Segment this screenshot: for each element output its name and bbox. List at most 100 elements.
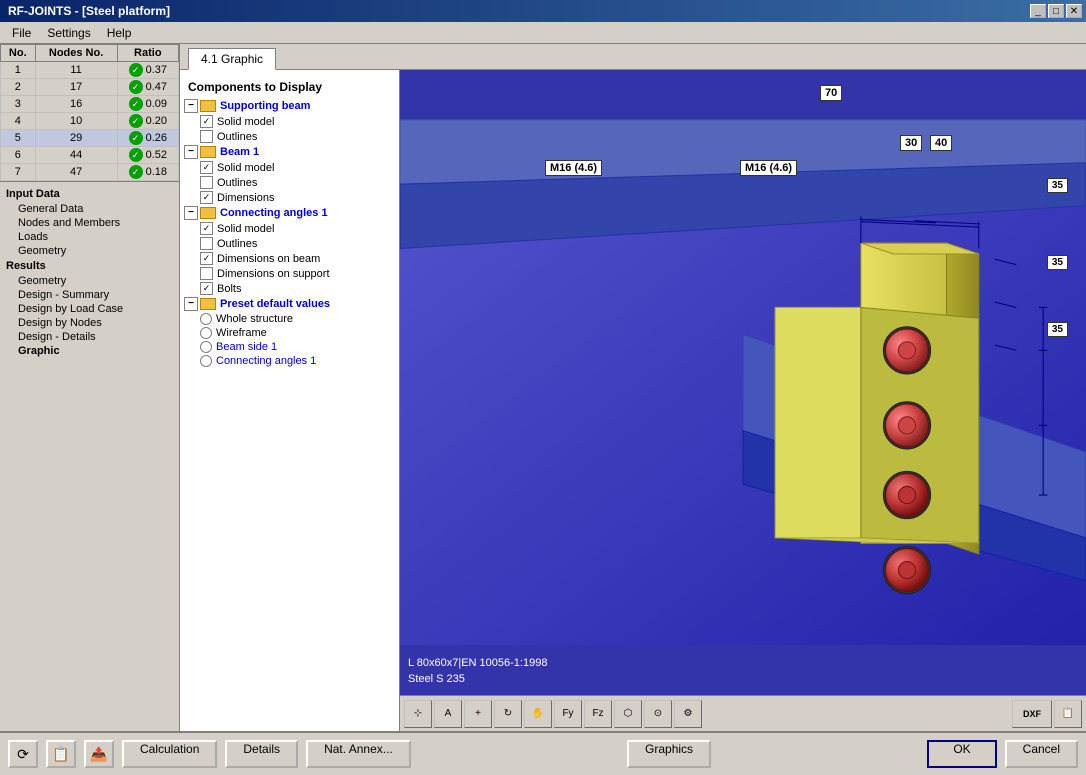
cb-connecting-outlines[interactable] <box>200 237 213 250</box>
tree-supporting-solid[interactable]: ✓ Solid model <box>180 114 399 129</box>
components-label: Components to Display <box>180 74 399 98</box>
vp-btn-settings[interactable]: ⚙ <box>674 700 702 728</box>
nav-geometry-input[interactable]: Geometry <box>4 244 175 258</box>
cb-beam1-solid[interactable]: ✓ <box>200 161 213 174</box>
cb-connecting-dim-beam[interactable]: ✓ <box>200 252 213 265</box>
menu-file[interactable]: File <box>4 24 39 42</box>
tree-connecting[interactable]: − Connecting angles 1 <box>180 205 399 221</box>
cb-supporting-outlines[interactable] <box>200 130 213 143</box>
vp-btn-side[interactable]: Fz <box>584 700 612 728</box>
cb-connecting-bolts[interactable]: ✓ <box>200 282 213 295</box>
tree-connecting-bolts[interactable]: ✓ Bolts <box>180 281 399 296</box>
radio-preset-wire[interactable] <box>200 327 212 339</box>
expand-icon-connecting[interactable]: − <box>184 206 198 220</box>
radio-preset-whole[interactable] <box>200 313 212 325</box>
icon-btn-2[interactable]: 📋 <box>46 740 76 768</box>
menu-help[interactable]: Help <box>99 24 140 42</box>
tree-beam1-solid[interactable]: ✓ Solid model <box>180 160 399 175</box>
nav-results-geometry[interactable]: Geometry <box>4 274 175 288</box>
tree-supporting-beam[interactable]: − Supporting beam <box>180 98 399 114</box>
tree-preset-wire[interactable]: Wireframe <box>180 326 399 340</box>
dim-70: 70 <box>820 85 842 101</box>
tree-preset[interactable]: − Preset default values <box>180 296 399 312</box>
expand-icon-supporting[interactable]: − <box>184 99 198 113</box>
graphics-button[interactable]: Graphics <box>627 740 711 768</box>
expand-icon-preset[interactable]: − <box>184 297 198 311</box>
data-table-area: No. Nodes No. Ratio 1 11 ✓ 0.37 2 17 ✓ 0… <box>0 44 179 182</box>
cell-ratio: ✓ 0.18 <box>117 164 178 181</box>
beam1-outlines-label: Outlines <box>217 177 257 189</box>
nav-design-summary[interactable]: Design - Summary <box>4 288 175 302</box>
nav-input-header[interactable]: Input Data <box>4 186 175 202</box>
bolt-label-2: M16 (4.6) <box>745 162 792 174</box>
cell-nodes: 29 <box>35 130 117 147</box>
tree-beam1-outlines[interactable]: Outlines <box>180 175 399 190</box>
supporting-outlines-label: Outlines <box>217 131 257 143</box>
app-title: RF-JOINTS - [Steel platform] <box>4 4 170 18</box>
nav-nodes-members[interactable]: Nodes and Members <box>4 216 175 230</box>
tree-preset-whole[interactable]: Whole structure <box>180 312 399 326</box>
nav-results-header[interactable]: Results <box>4 258 175 274</box>
table-row[interactable]: 3 16 ✓ 0.09 <box>1 96 179 113</box>
vp-btn-pan[interactable]: ✋ <box>524 700 552 728</box>
vp-btn-render[interactable]: ⊙ <box>644 700 672 728</box>
tree-connecting-outlines[interactable]: Outlines <box>180 236 399 251</box>
vp-btn-rotate[interactable]: ↻ <box>494 700 522 728</box>
table-row[interactable]: 4 10 ✓ 0.20 <box>1 113 179 130</box>
nav-graphic[interactable]: Graphic <box>4 344 175 358</box>
vp-btn-dxf[interactable]: DXF <box>1012 700 1052 728</box>
table-row[interactable]: 2 17 ✓ 0.47 <box>1 79 179 96</box>
maximize-button[interactable]: □ <box>1048 4 1064 18</box>
minimize-button[interactable]: _ <box>1030 4 1046 18</box>
vp-btn-cursor[interactable]: ⊹ <box>404 700 432 728</box>
col-no: No. <box>1 45 36 62</box>
vp-btn-zoom-in[interactable]: + <box>464 700 492 728</box>
details-button[interactable]: Details <box>225 740 298 768</box>
tab-graphic[interactable]: 4.1 Graphic <box>188 48 276 70</box>
cancel-button[interactable]: Cancel <box>1005 740 1078 768</box>
table-row[interactable]: 5 29 ✓ 0.26 <box>1 130 179 147</box>
tree-preset-angles1[interactable]: Connecting angles 1 <box>180 354 399 368</box>
menu-settings[interactable]: Settings <box>39 24 98 42</box>
cell-nodes: 10 <box>35 113 117 130</box>
cb-supporting-solid[interactable]: ✓ <box>200 115 213 128</box>
nat-annex-button[interactable]: Nat. Annex... <box>306 740 411 768</box>
supporting-beam-label: Supporting beam <box>220 100 310 112</box>
tree-connecting-dim-beam[interactable]: ✓ Dimensions on beam <box>180 251 399 266</box>
cb-beam1-outlines[interactable] <box>200 176 213 189</box>
tree-beam1-dimensions[interactable]: ✓ Dimensions <box>180 190 399 205</box>
nav-design-details[interactable]: Design - Details <box>4 330 175 344</box>
nav-design-load-case[interactable]: Design by Load Case <box>4 302 175 316</box>
tree-supporting-outlines[interactable]: Outlines <box>180 129 399 144</box>
nav-general-data[interactable]: General Data <box>4 202 175 216</box>
viewport-3d: 70 30 40 M16 (4.6) M16 (4.6) <box>400 70 1086 695</box>
table-row[interactable]: 7 47 ✓ 0.18 <box>1 164 179 181</box>
radio-preset-beam1[interactable] <box>200 341 212 353</box>
nav-loads[interactable]: Loads <box>4 230 175 244</box>
vp-btn-zoom-all[interactable]: A <box>434 700 462 728</box>
vp-btn-front[interactable]: Fy <box>554 700 582 728</box>
calculation-button[interactable]: Calculation <box>122 740 217 768</box>
nav-design-nodes[interactable]: Design by Nodes <box>4 316 175 330</box>
vp-btn-export[interactable]: 📋 <box>1054 700 1082 728</box>
table-row[interactable]: 6 44 ✓ 0.52 <box>1 147 179 164</box>
tree-preset-beam1[interactable]: Beam side 1 <box>180 340 399 354</box>
preset-beam1-label: Beam side 1 <box>216 341 277 353</box>
cell-no: 4 <box>1 113 36 130</box>
cb-connecting-solid[interactable]: ✓ <box>200 222 213 235</box>
cb-beam1-dimensions[interactable]: ✓ <box>200 191 213 204</box>
ok-button[interactable]: OK <box>927 740 996 768</box>
cb-connecting-dim-support[interactable] <box>200 267 213 280</box>
tree-connecting-solid[interactable]: ✓ Solid model <box>180 221 399 236</box>
cell-nodes: 44 <box>35 147 117 164</box>
cell-no: 5 <box>1 130 36 147</box>
expand-icon-beam1[interactable]: − <box>184 145 198 159</box>
close-button[interactable]: ✕ <box>1066 4 1082 18</box>
icon-btn-3[interactable]: 📤 <box>84 740 114 768</box>
tree-connecting-dim-support[interactable]: Dimensions on support <box>180 266 399 281</box>
icon-btn-1[interactable]: ⟳ <box>8 740 38 768</box>
vp-btn-iso[interactable]: ⬡ <box>614 700 642 728</box>
tree-beam1[interactable]: − Beam 1 <box>180 144 399 160</box>
table-row[interactable]: 1 11 ✓ 0.37 <box>1 62 179 79</box>
radio-preset-angles1[interactable] <box>200 355 212 367</box>
